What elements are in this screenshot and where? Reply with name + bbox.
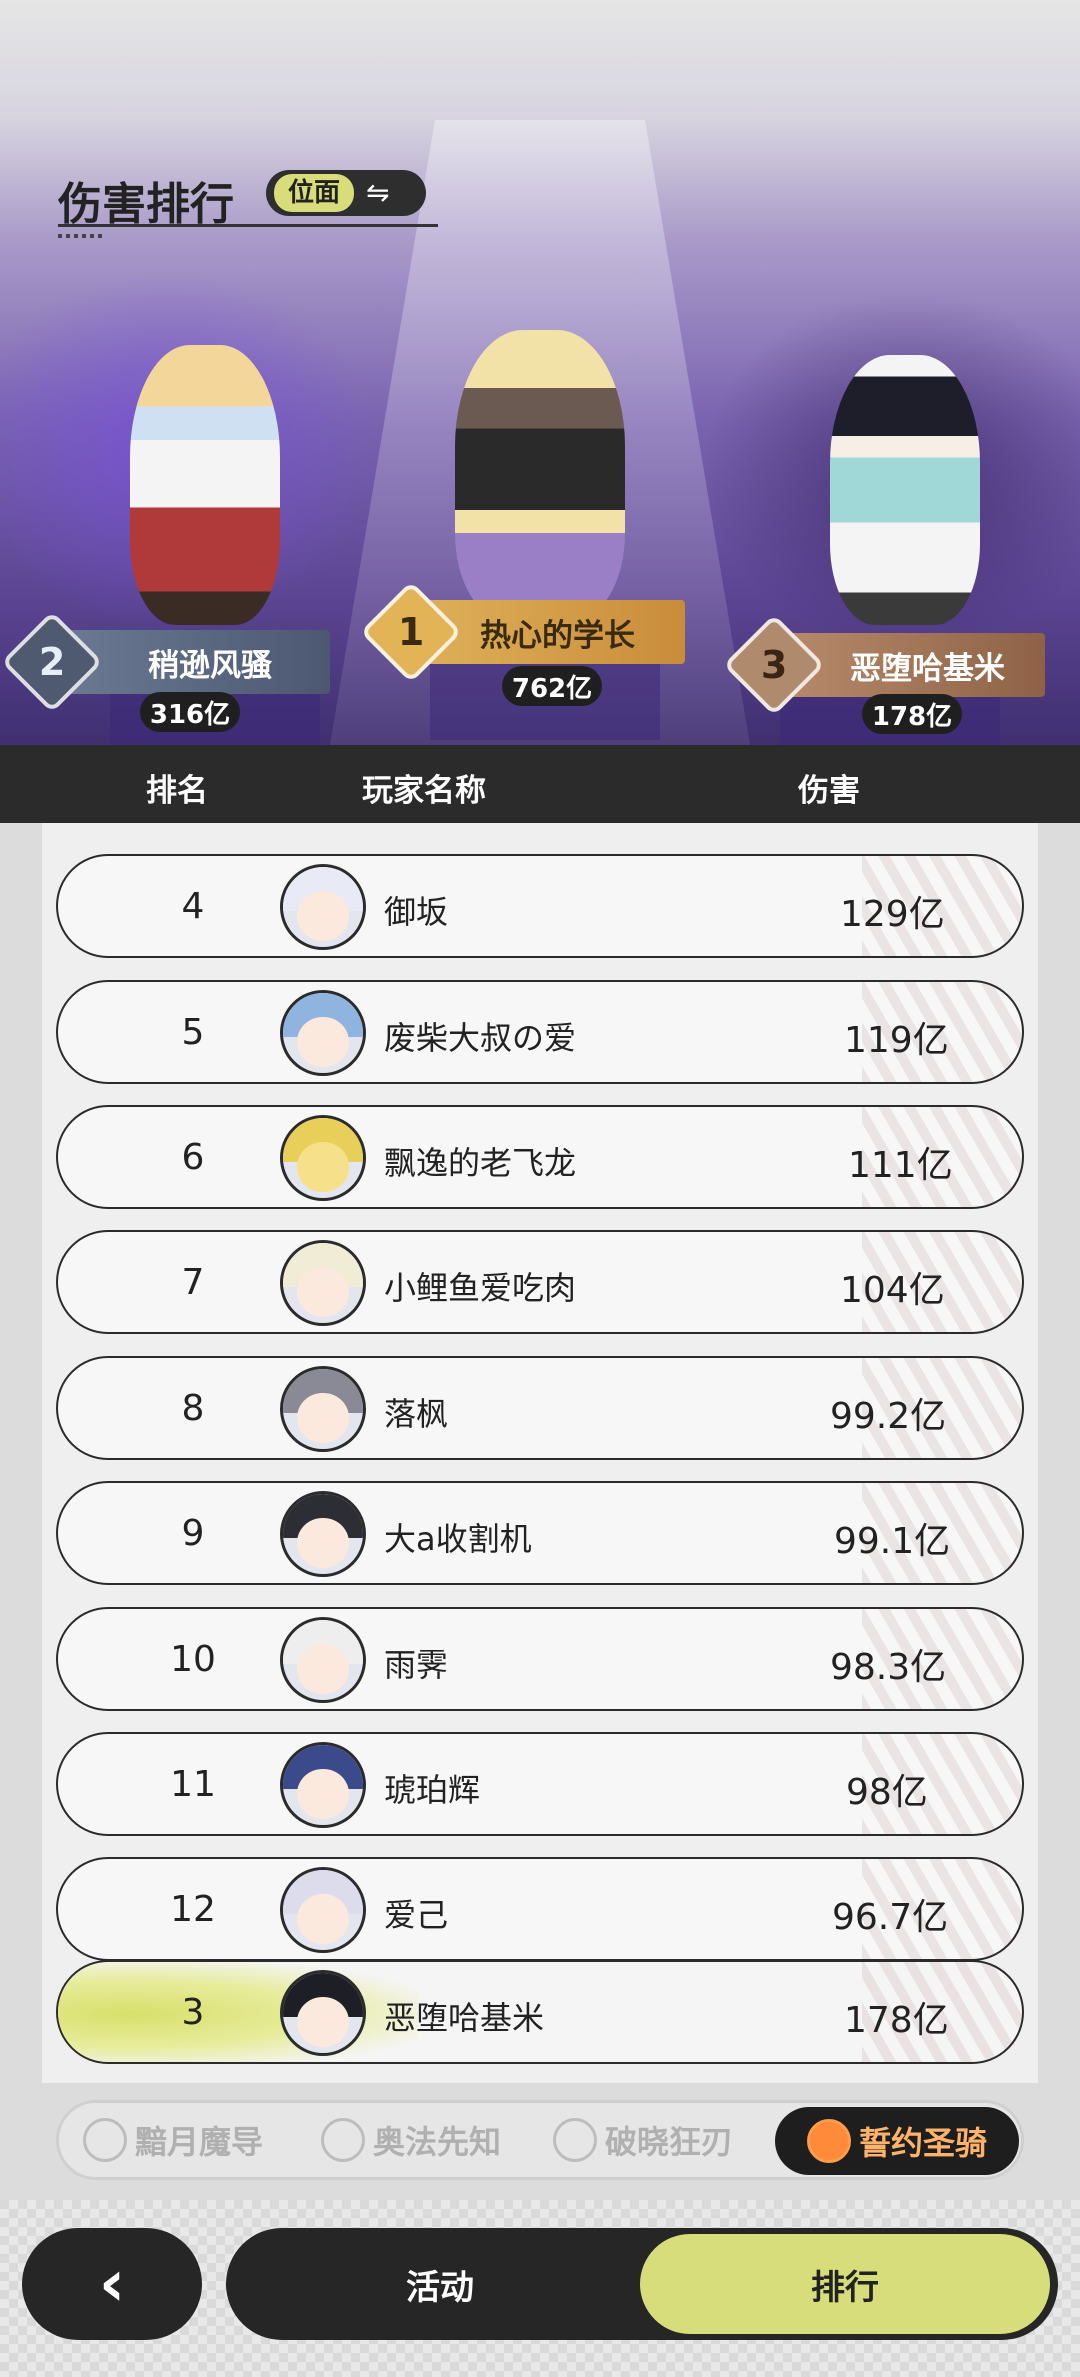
row-name: 大a收割机 [384, 1520, 532, 1558]
tab-class-1[interactable]: 黯月魔导 [83, 2115, 263, 2165]
podium-damage-rank-2: 316亿 [140, 692, 240, 732]
list-item[interactable]: 12 爱己 96.7亿 [56, 1857, 1024, 1961]
column-damage: 伤害 [798, 773, 860, 809]
row-damage: 98亿 [846, 1772, 928, 1813]
row-name: 恶堕哈基米 [384, 1999, 545, 2037]
row-rank: 3 [181, 1992, 205, 2033]
list-item[interactable]: 11 琥珀辉 98亿 [56, 1732, 1024, 1836]
podium-damage-rank-1: 762亿 [502, 666, 602, 706]
list-item[interactable]: 10 雨霁 98.3亿 [56, 1607, 1024, 1711]
avatar [280, 1491, 366, 1577]
class-tabs: 黯月魔导 奥法先知 破晓狂刃 誓约圣骑 [56, 2100, 1024, 2180]
avatar [280, 1240, 366, 1326]
column-rank: 排名 [146, 773, 208, 809]
tab-class-4[interactable]: 誓约圣骑 [775, 2107, 1019, 2175]
row-name: 飘逸的老飞龙 [384, 1144, 577, 1182]
swap-icon: ⇋ [366, 176, 390, 209]
character-rank-1[interactable] [455, 330, 625, 620]
row-damage: 96.7亿 [832, 1897, 949, 1938]
avatar [280, 990, 366, 1076]
avatar [280, 1742, 366, 1828]
row-damage: 98.3亿 [830, 1647, 947, 1688]
avatar [280, 1617, 366, 1703]
list-item[interactable]: 4 御坂 129亿 [56, 854, 1024, 958]
tab-label: 破晓狂刃 [605, 2123, 734, 2161]
row-rank: 9 [181, 1513, 205, 1554]
row-name: 爱己 [384, 1896, 449, 1934]
avatar [280, 1970, 366, 2056]
tab-ranking[interactable]: 排行 [640, 2234, 1050, 2334]
paladin-icon [806, 2119, 851, 2163]
rank-1-number: 1 [397, 609, 425, 654]
list-item[interactable]: 5 废柴大叔の爱 119亿 [56, 980, 1024, 1084]
row-name: 小鲤鱼爱吃肉 [384, 1269, 577, 1307]
row-rank: 11 [170, 1764, 216, 1805]
podium-banner: 伤害排行 位面 ⇋ 稍逊风骚 2 316亿 热心的学长 1 762亿 恶堕哈基米… [0, 0, 1080, 745]
rank-3-number: 3 [760, 642, 788, 687]
row-rank: 6 [181, 1137, 205, 1178]
row-damage: 99.2亿 [830, 1396, 947, 1437]
row-name: 废柴大叔の爱 [384, 1019, 577, 1057]
tab-activity[interactable]: 活动 [300, 2228, 580, 2340]
tab-class-2[interactable]: 奥法先知 [321, 2115, 501, 2165]
list-item[interactable]: 6 飘逸的老飞龙 111亿 [56, 1105, 1024, 1209]
self-rank-row[interactable]: 3 恶堕哈基米 178亿 [56, 1960, 1024, 2064]
tab-label: 奥法先知 [373, 2123, 502, 2161]
tab-class-3[interactable]: 破晓狂刃 [553, 2115, 733, 2165]
back-button[interactable]: ‹ [22, 2228, 202, 2340]
arcane-icon [321, 2118, 365, 2162]
row-damage: 99.1亿 [834, 1521, 951, 1562]
podium-damage-rank-3: 178亿 [862, 694, 962, 734]
list-item[interactable]: 9 大a收割机 99.1亿 [56, 1481, 1024, 1585]
title-dots [58, 234, 106, 238]
row-rank: 5 [181, 1012, 205, 1053]
moon-mage-icon [83, 2118, 127, 2162]
tab-label: 黯月魔导 [135, 2123, 264, 2161]
row-damage: 129亿 [840, 894, 945, 935]
row-damage: 111亿 [848, 1145, 953, 1186]
mode-label: 位面 [274, 174, 355, 212]
row-rank: 10 [170, 1639, 216, 1680]
title-underline [58, 224, 438, 227]
row-name: 雨霁 [384, 1646, 449, 1684]
character-rank-3[interactable] [830, 355, 980, 625]
avatar [280, 1867, 366, 1953]
table-header: 排名 玩家名称 伤害 [0, 745, 1080, 823]
character-rank-2[interactable] [130, 345, 280, 625]
row-rank: 12 [170, 1889, 216, 1930]
row-rank: 4 [181, 886, 205, 927]
blade-icon [553, 2118, 597, 2162]
row-rank: 8 [181, 1388, 205, 1429]
row-rank: 7 [181, 1262, 205, 1303]
avatar [280, 1366, 366, 1452]
row-name: 琥珀辉 [384, 1771, 481, 1809]
rank-2-number: 2 [38, 639, 66, 684]
row-name: 落枫 [384, 1395, 449, 1433]
list-item[interactable]: 8 落枫 99.2亿 [56, 1356, 1024, 1460]
tab-label: 誓约圣骑 [858, 2124, 987, 2162]
avatar [280, 864, 366, 950]
row-damage: 119亿 [844, 1020, 949, 1061]
page-title: 伤害排行 [58, 179, 234, 230]
row-damage: 104亿 [840, 1270, 945, 1311]
column-player: 玩家名称 [362, 773, 486, 809]
row-name: 御坂 [384, 893, 449, 931]
list-item[interactable]: 7 小鲤鱼爱吃肉 104亿 [56, 1230, 1024, 1334]
avatar [280, 1115, 366, 1201]
chevron-left-icon: ‹ [98, 2247, 126, 2321]
row-damage: 178亿 [844, 2000, 949, 2041]
mode-toggle-button[interactable]: 位面 ⇋ [266, 170, 426, 216]
